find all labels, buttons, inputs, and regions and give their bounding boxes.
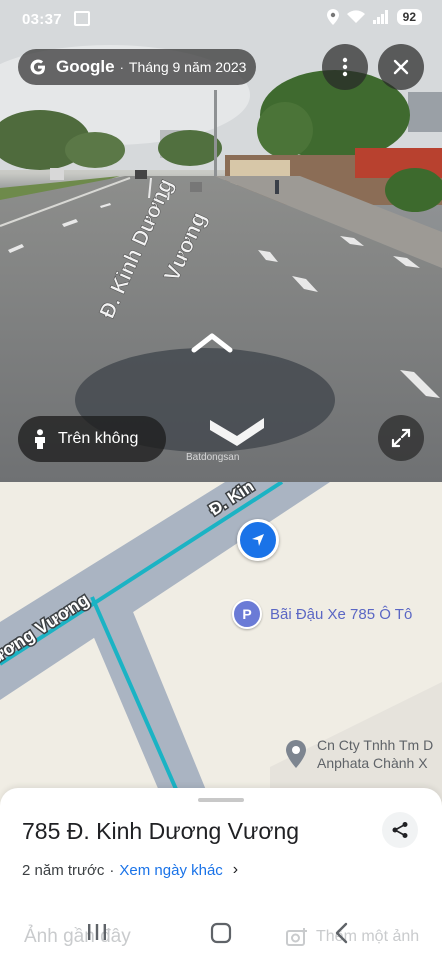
close-icon [393, 59, 409, 75]
aerial-view-button[interactable]: Trên không [18, 416, 166, 462]
street-view-date-chip[interactable]: Google · Tháng 9 năm 2023 [18, 49, 256, 85]
fullscreen-button[interactable] [378, 415, 424, 461]
pegman-icon [35, 429, 45, 449]
signal-icon [372, 10, 388, 24]
move-forward-chevron-icon[interactable] [190, 330, 234, 354]
battery-level: 92 [396, 9, 422, 25]
parking-icon: P [232, 599, 262, 629]
status-time: 03:37 [22, 11, 62, 28]
chevron-right-icon[interactable]: › [233, 861, 238, 879]
recent-apps-icon[interactable] [86, 922, 108, 942]
screen-record-icon [74, 11, 90, 26]
share-icon [392, 822, 408, 838]
share-button[interactable] [382, 812, 418, 848]
google-g-icon [30, 59, 45, 75]
expand-icon [391, 428, 411, 448]
capture-meta: 2 năm trước · Xem ngày khác › [22, 861, 239, 879]
sheet-drag-handle[interactable] [198, 798, 244, 802]
place-pin-icon [286, 740, 306, 768]
other-dates-link[interactable]: Xem ngày khác [119, 862, 222, 879]
google-brand: Google [56, 57, 115, 76]
capture-date: Tháng 9 năm 2023 [128, 59, 247, 75]
more-options-button[interactable] [322, 44, 368, 90]
aerial-view-label: Trên không [58, 430, 139, 447]
more-vert-icon [342, 57, 348, 77]
place-address: 785 Đ. Kinh Dương Vương [22, 818, 300, 844]
company-poi[interactable]: Cn Cty Tnhh Tm D Anphata Chành X [285, 736, 433, 772]
current-location-marker[interactable] [237, 519, 279, 561]
back-icon[interactable] [334, 922, 350, 944]
location-icon [326, 9, 339, 25]
status-bar: 03:37 92 [0, 0, 442, 38]
home-icon[interactable] [210, 922, 232, 944]
company-poi-line2: Anphata Chành X [317, 755, 428, 771]
close-button[interactable] [378, 44, 424, 90]
wifi-icon [346, 10, 365, 23]
street-view-panel[interactable]: Đ. Kinh Dương Vương 03:37 92 Google · Th… [0, 0, 442, 482]
watermark: Batdongsan [186, 452, 240, 463]
system-nav-bar [0, 912, 442, 960]
move-back-chevron-icon[interactable] [206, 410, 268, 448]
parking-poi-label: Bãi Đậu Xe 785 Ô Tô [270, 605, 413, 623]
parking-poi[interactable]: P Bãi Đậu Xe 785 Ô Tô [232, 599, 412, 629]
time-ago: 2 năm trước [22, 861, 105, 879]
navigation-arrow-icon [252, 534, 264, 546]
company-poi-line1: Cn Cty Tnhh Tm D [317, 737, 434, 753]
